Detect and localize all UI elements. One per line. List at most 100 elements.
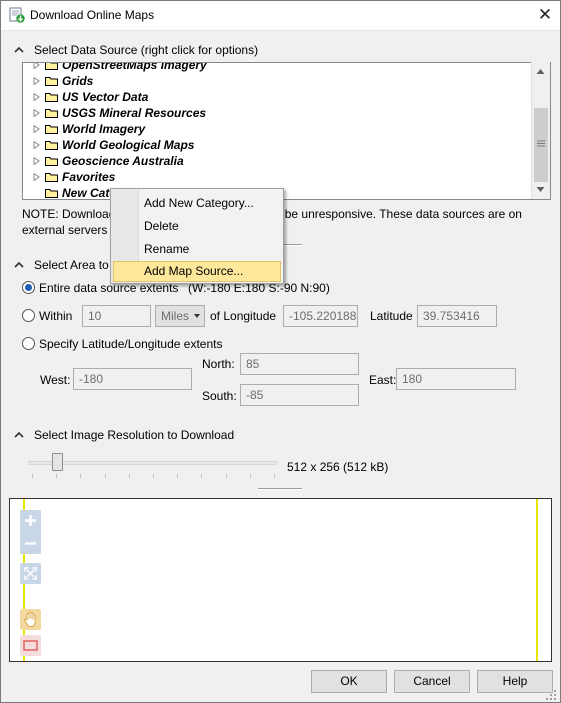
- expand-arrow-icon[interactable]: [33, 157, 40, 165]
- tree-item-label: OpenStreetMaps Imagery: [62, 62, 207, 72]
- east-label: East:: [369, 373, 397, 387]
- rectangle-select-icon: [23, 640, 38, 651]
- ok-button[interactable]: OK: [311, 670, 387, 693]
- select-rect-button[interactable]: [20, 635, 41, 656]
- tree-item-world-geological-maps[interactable]: World Geological Maps: [23, 137, 533, 153]
- units-select[interactable]: Miles: [155, 305, 205, 327]
- slider-tick: [104, 474, 106, 478]
- longitude-input[interactable]: -105.220188: [283, 305, 358, 327]
- scroll-up-arrow-icon[interactable]: [536, 68, 545, 75]
- window-title: Download Online Maps: [30, 8, 155, 22]
- folder-icon: [45, 189, 58, 198]
- tree-item-usgs-mineral-resources[interactable]: USGS Mineral Resources: [23, 105, 533, 121]
- folder-icon: [45, 157, 58, 166]
- hand-icon: [24, 611, 36, 627]
- within-label[interactable]: Within: [39, 309, 72, 323]
- radio-specify-extents[interactable]: [22, 337, 35, 350]
- help-button[interactable]: Help: [477, 670, 553, 693]
- folder-icon: [45, 125, 58, 134]
- pan-tool-button[interactable]: [20, 609, 41, 630]
- slider-tick: [80, 474, 82, 478]
- tree-item-geoscience-australia[interactable]: Geoscience Australia: [23, 153, 533, 169]
- resolution-slider-track[interactable]: [29, 461, 277, 465]
- splitter-handle[interactable]: [258, 488, 302, 490]
- tree-item-world-imagery[interactable]: World Imagery: [23, 121, 533, 137]
- zoom-control[interactable]: [20, 510, 41, 554]
- units-select-value: Miles: [161, 309, 190, 323]
- map-preview[interactable]: [9, 498, 552, 662]
- tree-item-label: World Imagery: [62, 122, 146, 136]
- cancel-button[interactable]: Cancel: [394, 670, 470, 693]
- menu-item-rename[interactable]: Rename: [113, 239, 281, 260]
- tree-item-label: US Vector Data: [62, 90, 149, 104]
- north-label: North:: [202, 357, 235, 371]
- zoom-extent-button[interactable]: [20, 563, 41, 584]
- folder-icon: [45, 109, 58, 118]
- chevron-up-icon[interactable]: [13, 44, 25, 56]
- slider-tick: [153, 474, 154, 478]
- latitude-label: Latitude: [370, 309, 413, 323]
- grip-lines-icon: [537, 140, 545, 147]
- folder-icon: [45, 63, 58, 70]
- tree-item-us-vector-data[interactable]: US Vector Data: [23, 89, 533, 105]
- resolution-header: Select Image Resolution to Download: [34, 428, 235, 442]
- resolution-slider-thumb[interactable]: [51, 453, 63, 471]
- dropdown-arrow-icon: [194, 314, 200, 318]
- expand-arrow-icon[interactable]: [33, 173, 40, 181]
- note-text-b: y be unresponsive. These data sources ar…: [275, 207, 522, 221]
- tree-item-label: USGS Mineral Resources: [62, 106, 207, 120]
- south-input[interactable]: -85: [240, 384, 359, 406]
- folder-icon: [45, 141, 58, 150]
- west-label: West:: [40, 373, 71, 387]
- tree-item-label: Geoscience Australia: [62, 154, 184, 168]
- note-text-a: NOTE: Download: [22, 207, 116, 221]
- within-distance-input[interactable]: 10: [82, 305, 151, 327]
- expand-arrow-icon[interactable]: [33, 125, 40, 133]
- close-icon[interactable]: ✕: [532, 2, 558, 28]
- slider-tick: [56, 474, 58, 478]
- note-text-c: external servers: [22, 223, 108, 237]
- context-menu: Add New Category... Delete Rename Add Ma…: [110, 188, 284, 284]
- zoom-out-icon[interactable]: [24, 537, 37, 550]
- slider-tick: [249, 474, 251, 478]
- east-input[interactable]: 180: [396, 368, 516, 390]
- chevron-up-icon[interactable]: [13, 429, 25, 441]
- folder-icon: [45, 93, 58, 102]
- slider-tick: [128, 474, 130, 478]
- tree-item-label: New Cate: [62, 186, 117, 200]
- menu-item-add-map-source[interactable]: Add Map Source...: [113, 261, 281, 282]
- resolution-value: 512 x 256 (512 kB): [287, 460, 389, 474]
- of-longitude-label: of Longitude: [210, 309, 277, 323]
- scroll-down-arrow-icon[interactable]: [536, 186, 545, 193]
- chevron-up-icon[interactable]: [13, 259, 25, 271]
- folder-icon: [45, 173, 58, 182]
- expand-arrow-icon[interactable]: [33, 141, 40, 149]
- latitude-input[interactable]: 39.753416: [417, 305, 497, 327]
- tree-item-grids[interactable]: Grids: [23, 73, 533, 89]
- area-header: Select Area to: [34, 258, 109, 272]
- radio-within[interactable]: [22, 309, 35, 322]
- resize-grip-icon[interactable]: [545, 689, 557, 701]
- menu-item-add-new-category[interactable]: Add New Category...: [113, 193, 281, 214]
- zoom-in-icon[interactable]: [24, 514, 37, 527]
- north-input[interactable]: 85: [240, 353, 359, 375]
- data-source-header: Select Data Source (right click for opti…: [34, 43, 259, 57]
- slider-tick: [201, 474, 203, 478]
- download-maps-icon: [9, 7, 25, 23]
- expand-arrow-icon[interactable]: [33, 93, 40, 101]
- south-label: South:: [202, 389, 237, 403]
- slider-tick: [177, 474, 179, 478]
- extent-line-right: [536, 499, 538, 661]
- specify-extents-label[interactable]: Specify Latitude/Longitude extents: [39, 337, 222, 351]
- slider-tick: [225, 474, 227, 478]
- slider-tick: [32, 474, 33, 478]
- data-source-tree[interactable]: OpenStreetMaps Imagery Grids US Vector D…: [22, 62, 551, 200]
- tree-item-openstreetmaps-imagery[interactable]: OpenStreetMaps Imagery: [23, 62, 533, 73]
- radio-entire-extents[interactable]: [22, 281, 35, 294]
- west-input[interactable]: -180: [73, 368, 192, 390]
- expand-arrow-icon[interactable]: [33, 77, 40, 85]
- tree-item-favorites[interactable]: Favorites: [23, 169, 533, 185]
- expand-arrow-icon[interactable]: [33, 62, 40, 69]
- expand-arrow-icon[interactable]: [33, 109, 40, 117]
- menu-item-delete[interactable]: Delete: [113, 216, 281, 237]
